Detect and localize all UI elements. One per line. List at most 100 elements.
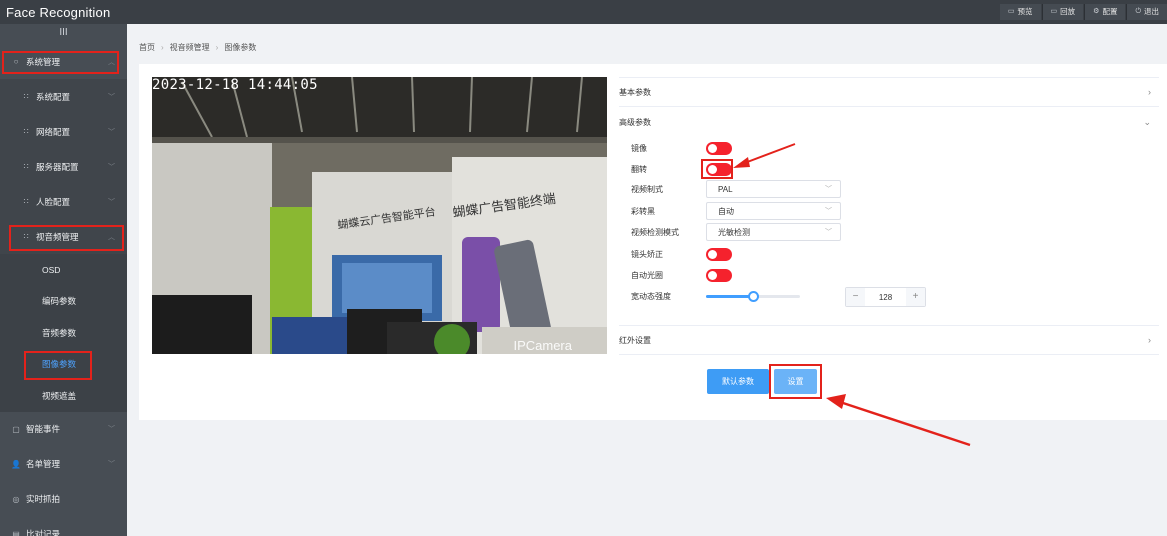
sidebar-item-image-params[interactable]: 图像参数	[0, 348, 127, 380]
section-title: 红外设置	[619, 335, 651, 345]
sidebar-item-video-mask[interactable]: 视频遮盖	[0, 380, 127, 412]
flip-switch[interactable]	[706, 163, 732, 176]
gear-icon: ⚙	[1093, 8, 1100, 15]
sidebar-item-label: 实时抓拍	[26, 494, 61, 504]
top-nav: ▭ 预览 ▭ 回放 ⚙ 配置 ⏻ 退出	[999, 0, 1167, 24]
sidebar-item-server-config[interactable]: ∷ 服务器配置 ﹀	[0, 149, 127, 184]
sidebar-item-av-management[interactable]: ∷ 视音频管理 ︿	[0, 219, 127, 254]
sidebar-item-label: 音频参数	[42, 327, 77, 338]
lens-correction-switch[interactable]	[706, 248, 732, 261]
grid-icon: ∷	[23, 162, 29, 171]
auto-iris-switch[interactable]	[706, 269, 732, 282]
grid-icon: ∷	[23, 127, 29, 136]
camera-timestamp: 2023-12-18 14:44:05	[152, 77, 318, 93]
chevron-down-icon: ﹀	[825, 229, 832, 236]
breadcrumb-separator-icon: ›	[215, 42, 219, 52]
mirror-switch[interactable]	[706, 142, 732, 155]
wdr-value-input[interactable]: 128	[865, 293, 906, 302]
app-title: Face Recognition	[6, 4, 111, 20]
chevron-down-icon: ﹀	[108, 163, 115, 171]
video-standard-select[interactable]: PAL ﹀	[706, 180, 841, 198]
sidebar-item-face-config[interactable]: ∷ 人脸配置 ﹀	[0, 184, 127, 219]
preview-label: 预览	[1017, 7, 1033, 16]
section-advanced-params[interactable]: 高级参数 ⌄	[619, 107, 1159, 137]
select-value: 自动	[718, 206, 734, 216]
chevron-right-icon: ›	[1148, 87, 1151, 97]
section-basic-params[interactable]: 基本参数 ›	[619, 77, 1159, 107]
select-value: PAL	[718, 184, 733, 194]
top-bar: Face Recognition ▭ 预览 ▭ 回放 ⚙ 配置 ⏻ 退出	[0, 0, 1167, 24]
sidebar-item-compare-records[interactable]: ▤ 比对记录	[0, 517, 127, 536]
chevron-down-icon: ﹀	[108, 198, 115, 206]
playback-label: 回放	[1060, 7, 1076, 16]
sidebar-item-label: 系统配置	[36, 91, 71, 102]
power-icon: ⏻	[1135, 8, 1141, 15]
set-button[interactable]: 设置	[774, 369, 817, 394]
grid-icon: ∷	[23, 197, 29, 206]
video-standard-label: 视频制式	[631, 184, 663, 194]
sidebar-item-label: 人脸配置	[36, 196, 71, 207]
camera-name-overlay: IPCamera	[513, 338, 572, 353]
detect-mode-select[interactable]: 光敏检测 ﹀	[706, 223, 841, 241]
chevron-up-icon: ︿	[108, 233, 115, 241]
preview-icon: ▭	[1007, 8, 1015, 15]
breadcrumb-current: 图像参数	[224, 42, 257, 52]
record-icon: ▤	[12, 529, 20, 536]
wdr-label: 宽动态强度	[631, 291, 671, 301]
wdr-slider-handle[interactable]	[748, 291, 759, 302]
breadcrumb-home[interactable]: 首页	[139, 42, 155, 53]
logout-button[interactable]: ⏻ 退出	[1126, 4, 1167, 20]
breadcrumb: 首页 › 视音频管理 › 图像参数	[127, 30, 1167, 64]
sidebar-item-osd[interactable]: OSD	[0, 254, 127, 286]
playback-icon: ▭	[1050, 8, 1058, 15]
sidebar-collapse-toggle[interactable]: III	[0, 24, 127, 44]
grid-icon: ∷	[23, 92, 29, 101]
section-title: 基本参数	[619, 87, 651, 97]
wdr-decrement-button[interactable]: −	[846, 288, 865, 306]
sidebar-item-label: 视频遮盖	[42, 390, 77, 401]
sidebar-item-label: 智能事件	[26, 424, 61, 434]
sidebar-item-system-management[interactable]: ○ 系统管理 ︿	[0, 44, 127, 79]
breadcrumb-separator-icon: ›	[161, 42, 164, 52]
circle-icon: ○	[13, 57, 19, 66]
auto-iris-label: 自动光圈	[631, 270, 663, 280]
wdr-slider[interactable]	[706, 291, 800, 302]
sidebar-item-live-capture[interactable]: ◎ 实时抓拍	[0, 482, 127, 517]
flip-label: 翻转	[631, 164, 647, 174]
chevron-down-icon: ﹀	[108, 93, 115, 101]
sidebar-item-label: 系统管理	[26, 56, 61, 67]
grid-icon: ∷	[23, 232, 29, 241]
sidebar-item-network-config[interactable]: ∷ 网络配置 ﹀	[0, 114, 127, 149]
sidebar: III ○ 系统管理 ︿ ∷ 系统配置 ﹀ ∷ 网络配置 ﹀ ∷ 服务器配置 ﹀…	[0, 24, 127, 536]
sidebar-item-list-management[interactable]: 👤 名单管理 ﹀	[0, 447, 127, 482]
sidebar-item-label: 比对记录	[26, 529, 61, 536]
config-button[interactable]: ⚙ 配置	[1084, 4, 1126, 20]
sidebar-item-label: 网络配置	[36, 126, 71, 137]
logout-label: 退出	[1144, 7, 1159, 16]
sidebar-item-smart-events[interactable]: ▢ 智能事件 ﹀	[0, 412, 127, 447]
preview-button[interactable]: ▭ 预览	[999, 4, 1041, 20]
color-to-bw-select[interactable]: 自动 ﹀	[706, 202, 841, 220]
chevron-right-icon: ›	[1148, 335, 1151, 345]
wdr-increment-button[interactable]: +	[906, 288, 925, 306]
sidebar-item-system-config[interactable]: ∷ 系统配置 ﹀	[0, 79, 127, 114]
sidebar-item-encoding-params[interactable]: 编码参数	[0, 285, 127, 317]
chevron-up-icon: ︿	[108, 58, 115, 66]
lens-correction-label: 镜头矫正	[631, 249, 663, 259]
config-label: 配置	[1102, 7, 1118, 16]
chevron-down-icon: ﹀	[108, 426, 115, 433]
camera-preview: 2023-12-18 14:44:05 蝴蝶云广告智能平台 蝴蝶广告智能终端 I…	[152, 77, 607, 354]
sidebar-item-label: 编码参数	[42, 296, 77, 307]
eye-icon: ◎	[12, 494, 20, 504]
sidebar-item-label: 名单管理	[26, 459, 61, 469]
sidebar-item-label: 视音频管理	[36, 231, 79, 242]
chevron-down-icon: ﹀	[108, 461, 115, 468]
default-params-button[interactable]: 默认参数	[707, 369, 769, 394]
section-infrared[interactable]: 红外设置 ›	[619, 325, 1159, 355]
user-icon: 👤	[11, 459, 21, 469]
sidebar-item-audio-params[interactable]: 音频参数	[0, 317, 127, 349]
breadcrumb-av-management[interactable]: 视音频管理	[170, 42, 210, 53]
chevron-down-icon: ⌄	[1143, 116, 1151, 127]
sidebar-item-label: 图像参数	[42, 359, 77, 370]
playback-button[interactable]: ▭ 回放	[1041, 4, 1084, 20]
